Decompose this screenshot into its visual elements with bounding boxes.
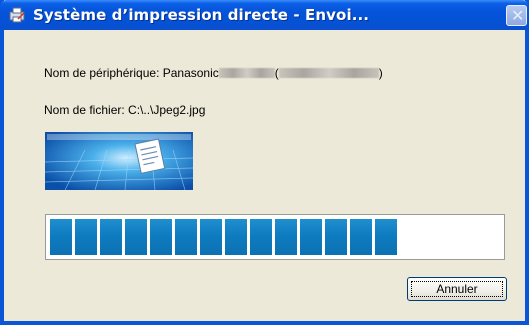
progress-bar bbox=[45, 214, 505, 260]
device-name-text: Nom de périphérique: Panasonic() bbox=[44, 66, 383, 80]
cancel-button[interactable]: Annuler bbox=[407, 277, 507, 301]
progress-block bbox=[250, 219, 272, 255]
printer-app-icon bbox=[9, 7, 25, 23]
cancel-button-label: Annuler bbox=[436, 282, 478, 296]
paren-close: ) bbox=[378, 66, 383, 80]
progress-block bbox=[350, 219, 372, 255]
progress-block bbox=[50, 219, 72, 255]
progress-block bbox=[200, 219, 222, 255]
progress-block bbox=[75, 219, 97, 255]
progress-block bbox=[100, 219, 122, 255]
progress-block bbox=[150, 219, 172, 255]
progress-block bbox=[125, 219, 147, 255]
redacted-model bbox=[218, 67, 275, 78]
progress-block bbox=[375, 219, 397, 255]
window-title: Système d’impression directe - Envoi... bbox=[33, 6, 370, 24]
progress-fill bbox=[50, 219, 400, 255]
progress-block bbox=[300, 219, 322, 255]
device-name-label: Nom de périphérique: Panasonic bbox=[44, 66, 219, 80]
file-name-text: Nom de fichier: C:\..\Jpeg2.jpg bbox=[44, 103, 206, 117]
progress-block bbox=[225, 219, 247, 255]
document-transfer-icon bbox=[45, 132, 193, 190]
close-icon: ✕ bbox=[511, 6, 525, 25]
progress-block bbox=[275, 219, 297, 255]
redacted-identifier bbox=[278, 67, 379, 78]
dialog-window: Système d’impression directe - Envoi... … bbox=[0, 0, 529, 325]
close-button[interactable]: ✕ bbox=[506, 5, 527, 26]
progress-block bbox=[175, 219, 197, 255]
title-bar[interactable]: Système d’impression directe - Envoi... … bbox=[0, 0, 529, 30]
progress-block bbox=[325, 219, 347, 255]
